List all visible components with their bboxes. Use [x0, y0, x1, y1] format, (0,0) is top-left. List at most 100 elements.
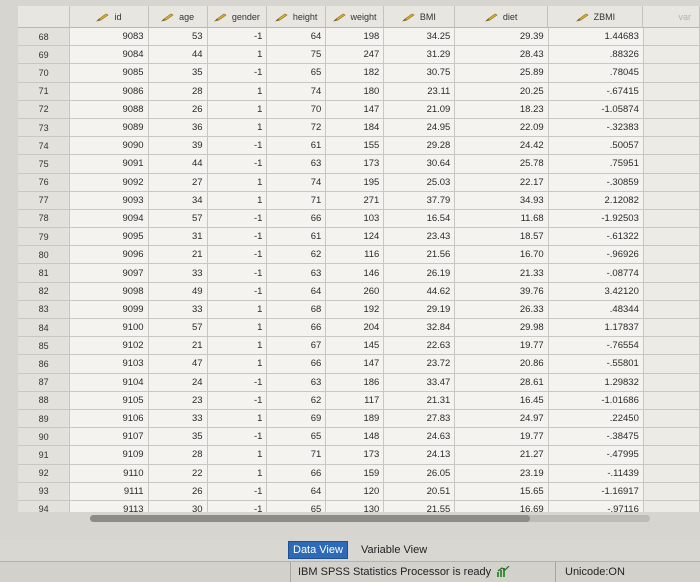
cell-weight[interactable]: 198	[326, 28, 385, 46]
cell-diet[interactable]: 24.97	[455, 409, 549, 428]
cell-id[interactable]: 9093	[70, 191, 149, 209]
row-number[interactable]: 69	[18, 46, 71, 64]
empty-cell[interactable]	[643, 82, 700, 100]
cell-height[interactable]: 67	[267, 337, 327, 355]
cell-age[interactable]: 24	[149, 373, 208, 391]
cell-height[interactable]: 66	[267, 464, 327, 482]
empty-cell[interactable]	[643, 428, 700, 446]
cell-diet[interactable]: 28.43	[455, 46, 549, 64]
row-number[interactable]: 88	[18, 391, 71, 409]
cell-bmi[interactable]: 37.79	[384, 191, 456, 209]
cell-age[interactable]: 33	[149, 300, 208, 318]
cell-gender[interactable]: 1	[208, 300, 268, 318]
column-header-zbmi[interactable]: ZBMI	[548, 6, 644, 28]
cell-id[interactable]: 9094	[70, 209, 149, 228]
cell-gender[interactable]: -1	[208, 482, 268, 500]
row-number[interactable]: 78	[18, 209, 71, 228]
cell-id[interactable]: 9109	[70, 446, 149, 464]
row-number[interactable]: 85	[18, 337, 71, 355]
cell-weight[interactable]: 192	[326, 300, 385, 318]
empty-cell[interactable]	[643, 337, 700, 355]
row-number[interactable]: 81	[18, 264, 71, 282]
cell-age[interactable]: 36	[149, 118, 208, 137]
cell-id[interactable]: 9103	[70, 355, 149, 373]
cell-height[interactable]: 69	[267, 409, 327, 428]
cell-bmi[interactable]: 29.28	[384, 137, 456, 155]
empty-cell[interactable]	[643, 46, 700, 64]
row-number[interactable]: 80	[18, 246, 71, 264]
cell-id[interactable]: 9089	[70, 118, 149, 137]
cell-height[interactable]: 62	[267, 391, 327, 409]
column-header-id[interactable]: id	[70, 6, 149, 28]
cell-diet[interactable]: 25.89	[455, 64, 549, 82]
cell-diet[interactable]: 29.98	[455, 319, 549, 337]
cell-gender[interactable]: -1	[208, 28, 268, 46]
cell-diet[interactable]: 25.78	[455, 155, 549, 173]
row-number[interactable]: 93	[18, 482, 71, 500]
cell-weight[interactable]: 124	[326, 228, 385, 246]
cell-bmi[interactable]: 24.63	[384, 428, 456, 446]
column-header-weight[interactable]: weight	[326, 6, 384, 28]
cell-gender[interactable]: 1	[208, 82, 268, 100]
cell-zbmi[interactable]: -.61322	[549, 228, 644, 246]
cell-gender[interactable]: -1	[208, 428, 268, 446]
cell-height[interactable]: 65	[267, 64, 327, 82]
cell-age[interactable]: 22	[149, 464, 208, 482]
cell-bmi[interactable]: 24.95	[384, 118, 456, 137]
cell-weight[interactable]: 189	[326, 409, 385, 428]
column-header-var[interactable]: var	[643, 6, 700, 28]
cell-diet[interactable]: 16.45	[455, 391, 549, 409]
cell-height[interactable]: 66	[267, 319, 327, 337]
cell-age[interactable]: 49	[149, 282, 208, 300]
cell-diet[interactable]: 21.33	[455, 264, 549, 282]
cell-zbmi[interactable]: -.97116	[549, 500, 644, 512]
cell-weight[interactable]: 180	[326, 82, 385, 100]
cell-id[interactable]: 9095	[70, 228, 149, 246]
cell-diet[interactable]: 11.68	[455, 209, 549, 228]
cell-height[interactable]: 63	[267, 373, 327, 391]
empty-cell[interactable]	[643, 118, 700, 137]
cell-gender[interactable]: 1	[208, 118, 268, 137]
row-number[interactable]: 74	[18, 137, 71, 155]
cell-id[interactable]: 9110	[70, 464, 149, 482]
cell-zbmi[interactable]: -.47995	[549, 446, 644, 464]
cell-height[interactable]: 71	[267, 191, 327, 209]
cell-bmi[interactable]: 24.13	[384, 446, 456, 464]
cell-gender[interactable]: 1	[208, 464, 268, 482]
cell-zbmi[interactable]: -1.16917	[549, 482, 644, 500]
row-number[interactable]: 71	[18, 82, 71, 100]
cell-diet[interactable]: 19.77	[455, 428, 549, 446]
cell-age[interactable]: 21	[149, 337, 208, 355]
cell-age[interactable]: 33	[149, 409, 208, 428]
cell-gender[interactable]: -1	[208, 500, 268, 512]
row-number[interactable]: 72	[18, 100, 71, 118]
empty-cell[interactable]	[643, 482, 700, 500]
cell-id[interactable]: 9106	[70, 409, 149, 428]
cell-gender[interactable]: 1	[208, 191, 268, 209]
empty-cell[interactable]	[643, 100, 700, 118]
cell-weight[interactable]: 204	[326, 319, 385, 337]
cell-bmi[interactable]: 21.31	[384, 391, 456, 409]
cell-bmi[interactable]: 30.64	[384, 155, 456, 173]
cell-zbmi[interactable]: -.11439	[549, 464, 644, 482]
cell-gender[interactable]: -1	[208, 391, 268, 409]
cell-zbmi[interactable]: -.96926	[549, 246, 644, 264]
cell-weight[interactable]: 184	[326, 118, 385, 137]
cell-id[interactable]: 9098	[70, 282, 149, 300]
cell-zbmi[interactable]: .78045	[549, 64, 644, 82]
cell-diet[interactable]: 22.09	[455, 118, 549, 137]
cell-bmi[interactable]: 30.75	[384, 64, 456, 82]
cell-age[interactable]: 33	[149, 264, 208, 282]
cell-height[interactable]: 64	[267, 482, 327, 500]
cell-gender[interactable]: 1	[208, 100, 268, 118]
cell-height[interactable]: 71	[267, 446, 327, 464]
row-number[interactable]: 94	[18, 500, 71, 512]
cell-zbmi[interactable]: -.76554	[549, 337, 644, 355]
cell-height[interactable]: 74	[267, 82, 327, 100]
cell-bmi[interactable]: 31.29	[384, 46, 456, 64]
row-number[interactable]: 77	[18, 191, 71, 209]
cell-age[interactable]: 26	[149, 100, 208, 118]
cell-bmi[interactable]: 16.54	[384, 209, 456, 228]
tab-data-view[interactable]: Data View	[288, 541, 348, 559]
cell-age[interactable]: 27	[149, 173, 208, 191]
